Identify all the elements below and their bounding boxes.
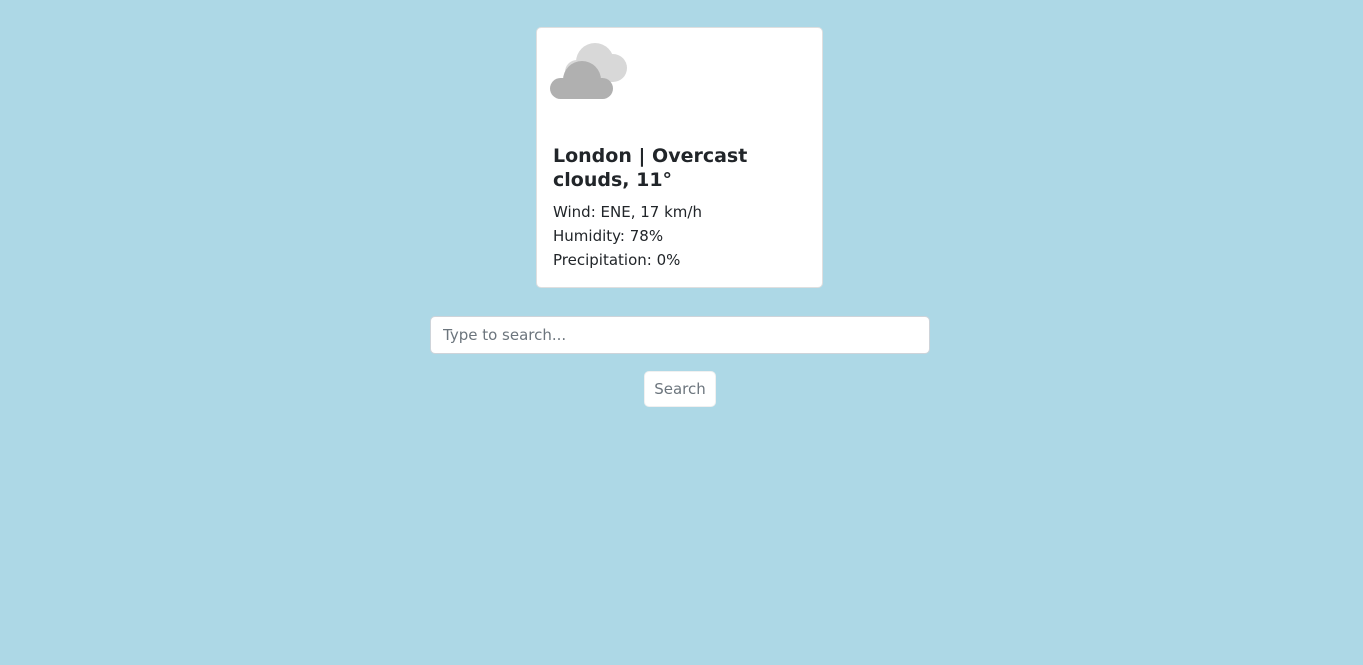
search-input[interactable]	[430, 316, 930, 354]
weather-details: London | Overcast clouds, 11° Wind: ENE,…	[553, 144, 808, 272]
precipitation-text: Precipitation: 0%	[553, 251, 681, 269]
overcast-clouds-icon	[550, 43, 627, 99]
search-button[interactable]: Search	[644, 371, 716, 407]
humidity-text: Humidity: 78%	[553, 227, 664, 245]
wind-text: Wind: ENE, 17 km/h	[553, 203, 702, 221]
weather-title: London | Overcast clouds, 11°	[553, 145, 748, 191]
weather-card: London | Overcast clouds, 11° Wind: ENE,…	[536, 27, 823, 288]
